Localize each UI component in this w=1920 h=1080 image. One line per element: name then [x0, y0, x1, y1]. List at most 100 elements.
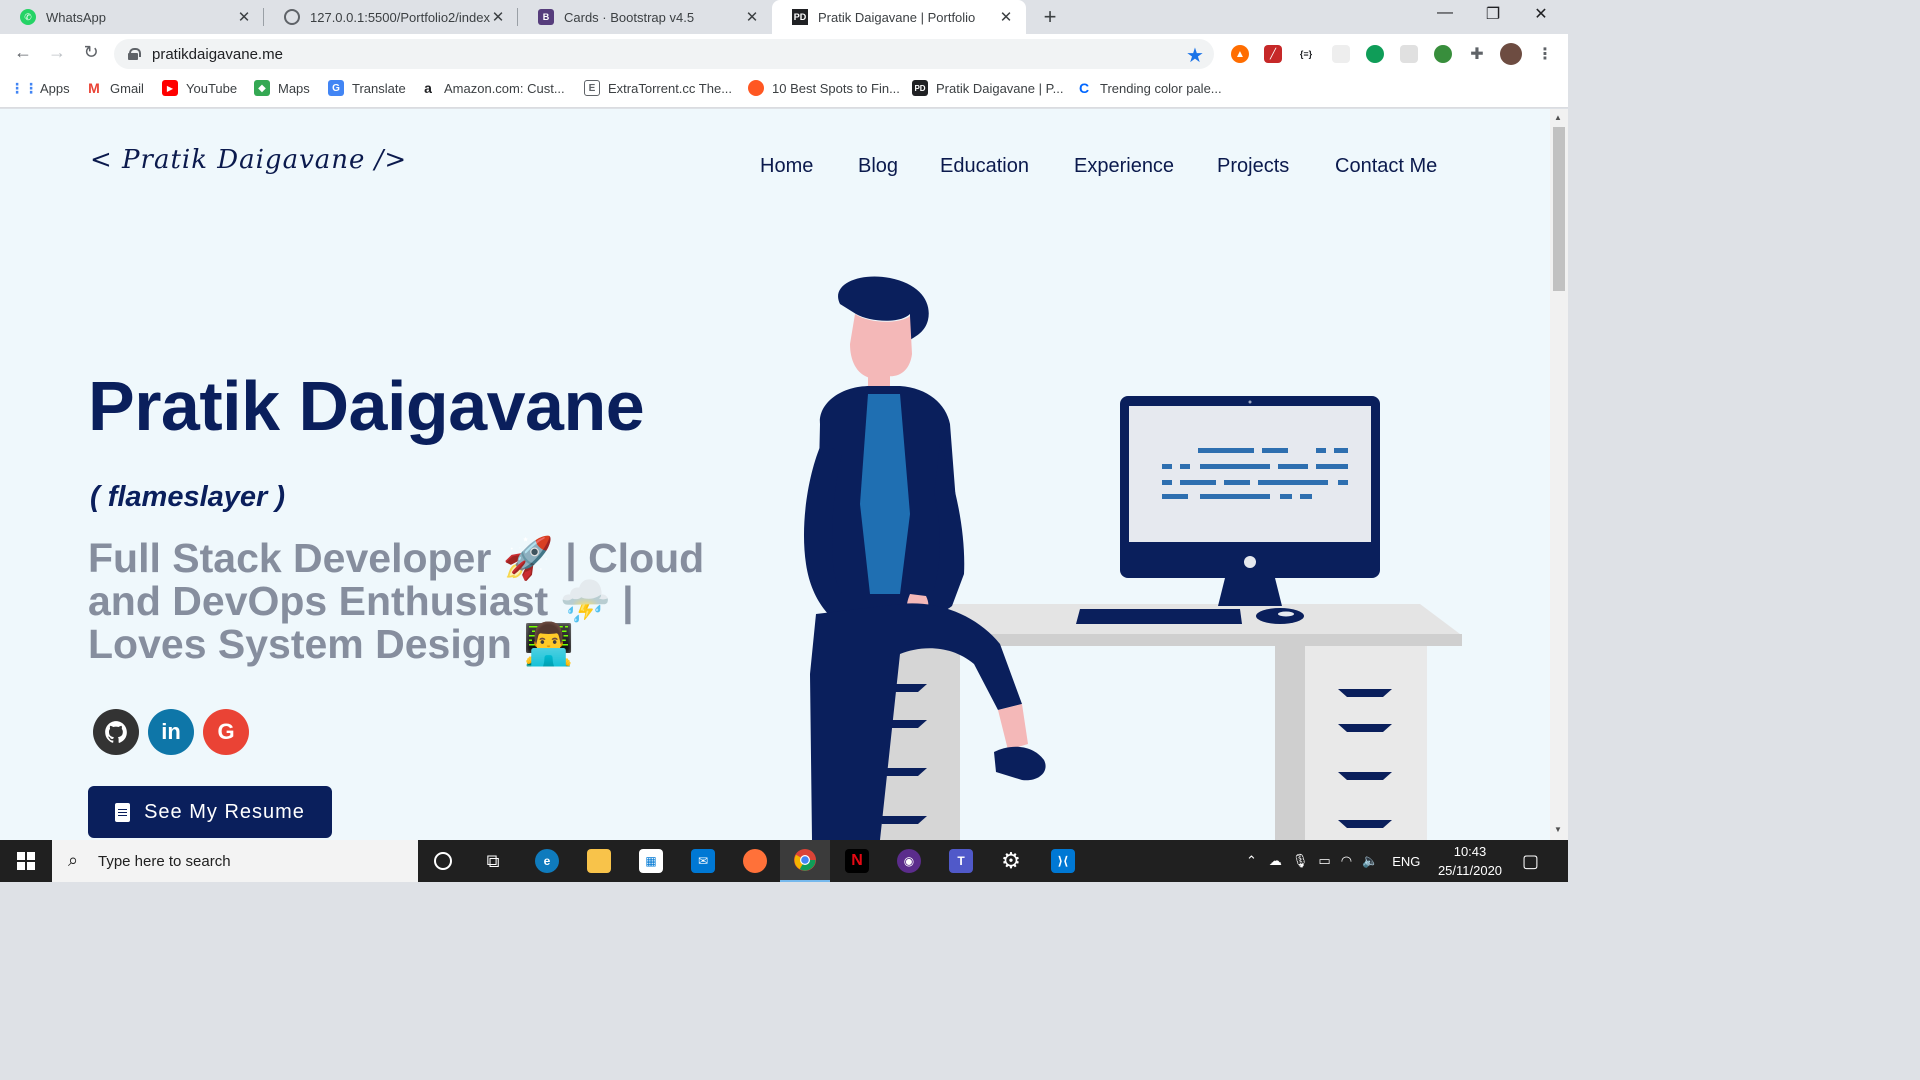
- edge-icon: e: [535, 849, 559, 873]
- close-tab-icon[interactable]: ✕: [744, 8, 760, 26]
- extension-green-icon[interactable]: [1366, 45, 1384, 63]
- tab-portfolio[interactable]: PD Pratik Daigavane | Portfolio ✕: [772, 0, 1026, 34]
- language-indicator[interactable]: ENG: [1392, 854, 1420, 869]
- windows-logo-icon: [17, 852, 35, 870]
- nav-blog[interactable]: Blog: [858, 155, 898, 178]
- cortana-button[interactable]: [418, 840, 468, 882]
- extratorrent-icon: E: [584, 80, 600, 96]
- nav-education[interactable]: Education: [940, 155, 1029, 178]
- vscode-icon: ⟩⟨: [1051, 849, 1075, 873]
- store-app[interactable]: ▦: [626, 840, 676, 882]
- extension-grey-icon[interactable]: [1400, 45, 1418, 63]
- teams-app[interactable]: T: [936, 840, 986, 882]
- bookmark-pd[interactable]: PD Pratik Daigavane | P...: [912, 80, 1063, 96]
- bookmark-youtube[interactable]: ▶ YouTube: [162, 80, 237, 96]
- vscode-app[interactable]: ⟩⟨: [1038, 840, 1088, 882]
- chrome-icon: [794, 849, 816, 871]
- bookmark-label: Apps: [40, 80, 70, 96]
- reload-button[interactable]: ↻: [79, 42, 103, 63]
- settings-app[interactable]: ⚙: [986, 840, 1036, 882]
- bookmark-label: Gmail: [110, 80, 144, 96]
- pd-icon: PD: [912, 80, 928, 96]
- netflix-app[interactable]: N: [832, 840, 882, 882]
- bookmark-label: Trending color pale...: [1100, 80, 1222, 96]
- chrome-app[interactable]: [780, 840, 830, 882]
- taskbar-clock[interactable]: 10:43 25/11/2020: [1430, 842, 1510, 880]
- onedrive-icon[interactable]: ☁: [1269, 853, 1282, 869]
- tab-localhost[interactable]: 127.0.0.1:5500/Portfolio2/index.h ✕: [264, 0, 518, 34]
- maps-icon: ◆: [254, 80, 270, 96]
- gmail-icon: M: [88, 80, 100, 96]
- monitor-stand: [1218, 578, 1282, 606]
- tab-whatsapp[interactable]: ✆ WhatsApp ✕: [0, 0, 264, 34]
- extension-fire-icon[interactable]: ▲: [1231, 45, 1249, 63]
- search-placeholder: Type here to search: [98, 852, 231, 870]
- bookmark-star-icon[interactable]: ★: [1186, 43, 1204, 68]
- bookmark-extratorrent[interactable]: E ExtraTorrent.cc The...: [584, 80, 732, 96]
- start-button[interactable]: [0, 840, 52, 882]
- profile-avatar[interactable]: [1500, 43, 1522, 65]
- battery-icon[interactable]: ▭: [1318, 853, 1330, 869]
- back-button[interactable]: ←: [11, 42, 35, 63]
- site-logo[interactable]: < Pratik Daigavane />: [90, 145, 407, 175]
- bookmark-gmail[interactable]: M Gmail: [86, 80, 144, 96]
- nav-experience[interactable]: Experience: [1074, 155, 1174, 178]
- bookmark-apps[interactable]: ⋮⋮ Apps: [10, 80, 70, 96]
- close-window-button[interactable]: ✕: [1518, 4, 1564, 24]
- nav-contact[interactable]: Contact Me: [1335, 155, 1437, 178]
- google-button[interactable]: G: [203, 709, 249, 755]
- globe-icon: [284, 9, 300, 25]
- document-icon: [115, 802, 131, 822]
- bookmark-amazon[interactable]: a Amazon.com: Cust...: [420, 80, 565, 96]
- extensions-puzzle-icon[interactable]: ✚: [1468, 45, 1486, 63]
- menu-kebab-icon[interactable]: ⋮: [1536, 45, 1554, 63]
- clock-date: 25/11/2020: [1437, 863, 1503, 878]
- extension-globe-icon[interactable]: [1434, 45, 1452, 63]
- extension-json-icon[interactable]: {≡}: [1297, 45, 1315, 63]
- linkedin-button[interactable]: in: [148, 709, 194, 755]
- wifi-icon[interactable]: ◠: [1341, 853, 1352, 869]
- store-bag-icon: ▦: [639, 849, 663, 873]
- mail-app[interactable]: ✉: [678, 840, 728, 882]
- address-bar[interactable]: pratikdaigavane.me: [114, 39, 1214, 69]
- forward-button[interactable]: →: [45, 42, 69, 63]
- volume-icon[interactable]: 🔈: [1362, 853, 1378, 869]
- nav-projects[interactable]: Projects: [1217, 155, 1289, 178]
- page-scrollbar[interactable]: ▲ ▼: [1550, 109, 1568, 840]
- desk-leg: [1275, 646, 1305, 840]
- tray-chevron-icon[interactable]: ⌃: [1246, 853, 1257, 869]
- nav-home[interactable]: Home: [760, 155, 813, 178]
- scrollbar-thumb[interactable]: [1553, 127, 1565, 291]
- taskbar-search-input[interactable]: ⌕ Type here to search: [52, 840, 418, 882]
- github-icon: [105, 721, 127, 743]
- new-tab-button[interactable]: +: [1038, 4, 1062, 30]
- close-tab-icon[interactable]: ✕: [236, 8, 252, 26]
- notifications-icon[interactable]: ▢: [1522, 840, 1539, 882]
- media-app[interactable]: ◉: [884, 840, 934, 882]
- close-tab-icon[interactable]: ✕: [998, 8, 1014, 26]
- firefox-app[interactable]: [730, 840, 780, 882]
- scroll-up-icon[interactable]: ▲: [1554, 113, 1562, 122]
- file-explorer-app[interactable]: [574, 840, 624, 882]
- github-button[interactable]: [93, 709, 139, 755]
- extension-blank-icon[interactable]: [1332, 45, 1350, 63]
- bookmark-spots[interactable]: 10 Best Spots to Fin...: [748, 80, 900, 96]
- bookmark-label: Pratik Daigavane | P...: [936, 80, 1064, 96]
- hero-handle: ( flameslayer ): [90, 481, 286, 513]
- close-tab-icon[interactable]: ✕: [490, 8, 506, 26]
- restore-button[interactable]: ❐: [1470, 4, 1516, 24]
- bookmark-translate[interactable]: G Translate: [328, 80, 406, 96]
- storm-emoji: ⛈️: [559, 578, 611, 624]
- tab-title: Cards · Bootstrap v4.5: [564, 9, 695, 25]
- cortana-circle-icon: [434, 852, 452, 870]
- minimize-button[interactable]: —: [1422, 4, 1468, 22]
- microphone-icon[interactable]: 🎙: [1292, 853, 1309, 869]
- see-resume-button[interactable]: See My Resume: [88, 786, 332, 838]
- bookmark-maps[interactable]: ◆ Maps: [254, 80, 310, 96]
- edge-app[interactable]: e: [522, 840, 572, 882]
- task-view-button[interactable]: ⧉: [468, 840, 518, 882]
- scroll-down-icon[interactable]: ▼: [1554, 825, 1562, 834]
- extension-red-icon[interactable]: ╱: [1264, 45, 1282, 63]
- bookmark-coolors[interactable]: C Trending color pale...: [1076, 80, 1222, 96]
- tab-bootstrap[interactable]: B Cards · Bootstrap v4.5 ✕: [518, 0, 772, 34]
